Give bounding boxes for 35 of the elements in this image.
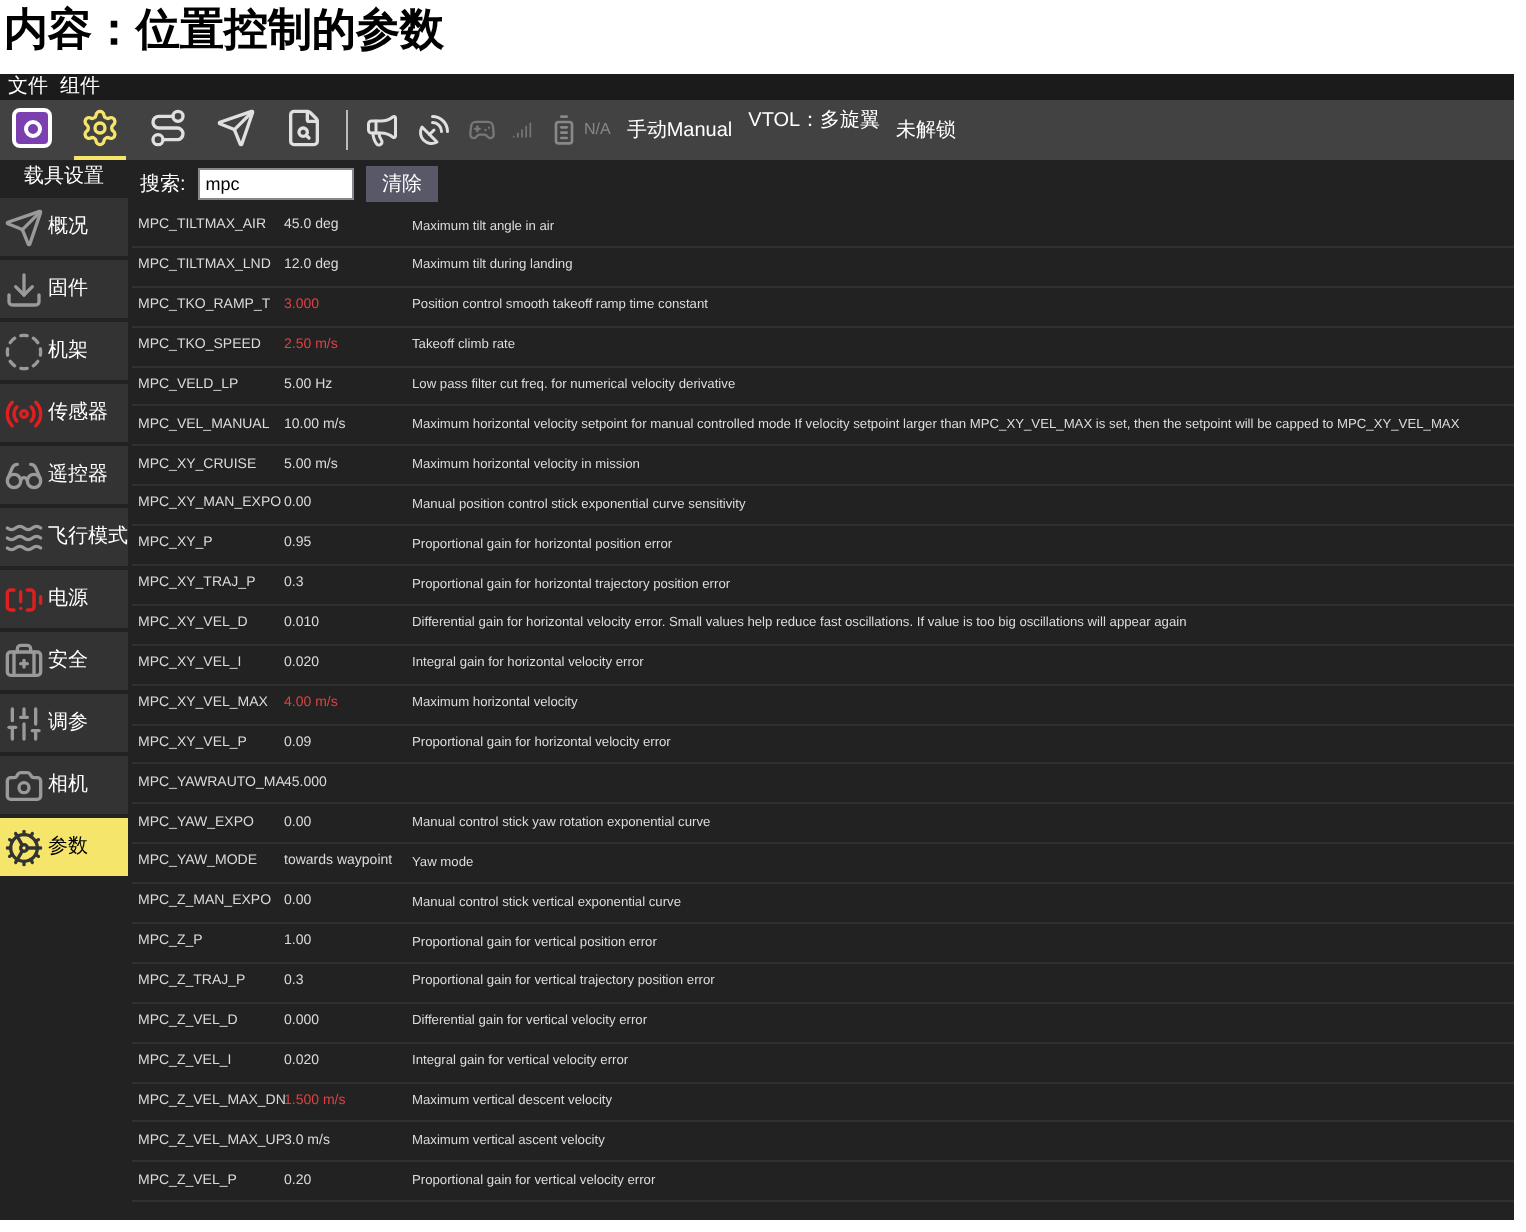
sidebar-title: 载具设置 (22, 163, 106, 192)
page-heading: 内容：位置控制的参数 (2, 2, 446, 58)
flight-mode[interactable]: 手动Manual (626, 115, 733, 145)
satellite-icon[interactable] (416, 112, 452, 148)
megaphone-icon[interactable] (364, 112, 400, 148)
download-icon (4, 269, 44, 309)
sidebar-item[interactable]: 参数 (0, 818, 128, 876)
menu-item[interactable]: 组件 (60, 75, 100, 99)
camera-icon (4, 765, 44, 805)
sliders-icon (4, 703, 44, 743)
route-icon (148, 108, 188, 148)
document-search-icon (284, 108, 324, 148)
arm-status[interactable]: 未解锁 (896, 115, 957, 145)
search-label: 搜索: (140, 171, 186, 199)
sidebar-item[interactable]: 遥控器 (0, 446, 128, 504)
signal-icon (512, 120, 532, 140)
sidebar-item[interactable]: 调参 (0, 694, 128, 752)
dotted-circle-icon (4, 331, 44, 371)
sidebar-item[interactable]: 相机 (0, 756, 128, 814)
paper-plane-icon (4, 207, 44, 247)
battery-status: N/A (584, 118, 611, 142)
vehicle-type: VTOL：多旋翼 (748, 107, 881, 136)
sidebar-item[interactable]: 传感器 (0, 384, 128, 442)
clear-button[interactable]: 清除 (365, 166, 438, 202)
sidebar-item[interactable]: 固件 (0, 260, 128, 318)
menu-item[interactable]: 文件 (8, 75, 48, 99)
paper-plane-icon (216, 108, 256, 148)
medical-kit-icon (4, 641, 44, 681)
sidebar-item[interactable]: 飞行模式 (0, 508, 128, 566)
sidebar-item[interactable]: 机架 (0, 322, 128, 380)
sidebar-item[interactable]: 安全 (0, 632, 128, 690)
logo-icon (12, 108, 52, 148)
search-field[interactable]: mpc (197, 168, 354, 200)
sidebar-item[interactable]: 电源 (0, 570, 128, 628)
sidebar-item[interactable]: 概况 (0, 198, 128, 256)
